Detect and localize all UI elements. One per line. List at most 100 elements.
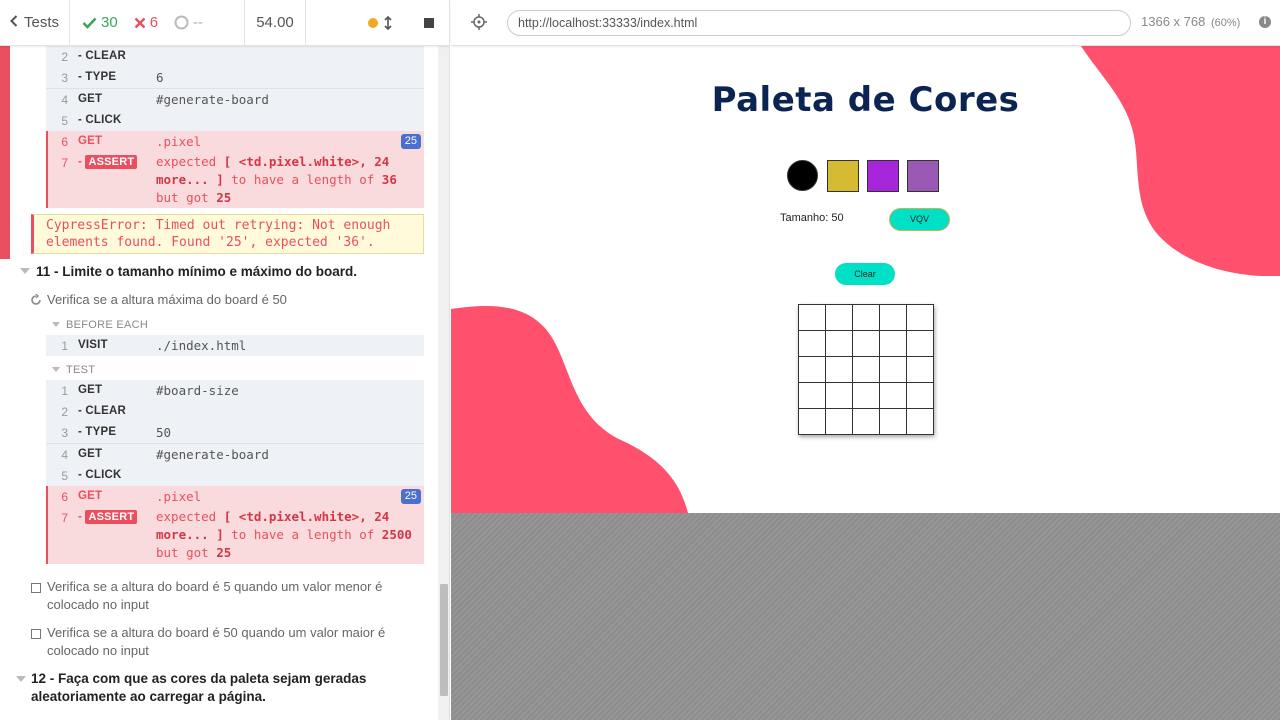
pixel[interactable] (906, 382, 934, 409)
command-row[interactable]: 3 - TYPE 50 (46, 422, 424, 443)
failed-count: 6 (134, 14, 158, 31)
command-row[interactable]: 2 - CLEAR (46, 401, 424, 422)
command-name: - CLEAR (78, 50, 127, 62)
before-each-label[interactable]: BEFORE EACH (66, 319, 148, 331)
command-name: - CLICK (78, 469, 122, 481)
pixel[interactable] (906, 408, 934, 435)
pixel[interactable] (798, 408, 826, 435)
command-row[interactable]: 5 - CLICK (46, 110, 424, 131)
clear-button[interactable]: Clear (835, 263, 895, 285)
command-row[interactable]: 6 GET .pixel 25 (48, 131, 426, 152)
pixel[interactable] (798, 330, 826, 357)
pixel[interactable] (852, 304, 880, 331)
pixel[interactable] (825, 330, 853, 357)
caret-down-icon[interactable] (16, 676, 26, 682)
command-row[interactable]: 3 - TYPE 6 (46, 67, 424, 88)
command-dash: - (78, 156, 83, 168)
command-name: GET (78, 448, 103, 460)
pixel[interactable] (879, 330, 907, 357)
pixel[interactable] (879, 382, 907, 409)
pixel[interactable] (879, 408, 907, 435)
command-number: 1 (61, 384, 68, 398)
but-got: but got (156, 190, 209, 205)
pixel[interactable] (852, 382, 880, 409)
suite-title-12[interactable]: 12 - Faça com que as cores da paleta sej… (31, 670, 401, 706)
arrows-vertical-icon (384, 15, 392, 30)
command-number: 7 (61, 156, 68, 170)
pixel[interactable] (825, 356, 853, 383)
board-row (798, 408, 934, 435)
caret-down-icon[interactable] (52, 322, 60, 327)
command-name: GET (78, 93, 103, 105)
board-row (798, 304, 934, 331)
viewport-scale: (60%) (1210, 17, 1241, 29)
command-row[interactable]: 1 VISIT ./index.html (46, 335, 424, 356)
pixel[interactable] (798, 356, 826, 383)
pixel[interactable] (879, 356, 907, 383)
pixel[interactable] (798, 382, 826, 409)
app-under-test: Paleta de Cores Tamanho: 50 VQV Clear (451, 46, 1280, 513)
command-row[interactable]: 5 - CLICK (46, 465, 424, 486)
running-test-title[interactable]: Verifica se a altura máxima do board é 5… (47, 291, 287, 309)
pixel[interactable] (906, 356, 934, 383)
board-row (798, 330, 934, 357)
url-bar[interactable]: http://localhost:33333/index.html (507, 10, 1131, 36)
aut-empty-area (451, 513, 1280, 720)
auto-scroll-toggle[interactable] (368, 15, 392, 30)
page-title: Paleta de Cores (711, 80, 1020, 120)
board-row (798, 356, 934, 383)
command-message: #generate-board (156, 92, 269, 107)
command-row[interactable]: 4 GET #generate-board (46, 89, 424, 110)
command-list: 2 - CLEAR 3 - TYPE 6 4 GET #generate-boa… (46, 46, 424, 131)
expect-value: 2500 (381, 527, 412, 542)
running-spinner-icon (31, 294, 41, 305)
command-name: VISIT (78, 339, 108, 351)
pixel[interactable] (879, 304, 907, 331)
tests-back-button[interactable]: Tests (0, 0, 70, 45)
palette-color[interactable] (787, 160, 818, 191)
command-name: - TYPE (78, 426, 117, 438)
command-name: GET (78, 135, 103, 147)
viewport-info: 1366 x 768 (60%) (1141, 14, 1240, 29)
pixel[interactable] (825, 408, 853, 435)
palette-color[interactable] (827, 160, 859, 192)
pending-test-title[interactable]: Verifica se a altura do board é 50 quand… (47, 624, 392, 660)
test-label[interactable]: TEST (66, 364, 95, 376)
duration: 54.00 (245, 0, 306, 45)
info-icon[interactable]: i (1259, 16, 1271, 28)
expect-value: 36 (381, 172, 397, 187)
error-message[interactable]: CypressError: Timed out retrying: Not en… (31, 214, 424, 254)
command-message: .pixel (156, 489, 202, 504)
aut-header: http://localhost:33333/index.html 1366 x… (451, 0, 1280, 46)
pixel[interactable] (825, 304, 853, 331)
command-row[interactable]: 6 GET .pixel 25 (48, 486, 426, 507)
pixel[interactable] (906, 330, 934, 357)
stop-icon[interactable] (424, 17, 434, 28)
command-row[interactable]: 4 GET #generate-board (46, 444, 424, 465)
caret-down-icon[interactable] (52, 367, 60, 372)
command-message: ./index.html (156, 338, 247, 353)
pending-test-title[interactable]: Verifica se a altura do board é 5 quando… (47, 578, 407, 614)
pixel[interactable] (825, 382, 853, 409)
pixel[interactable] (852, 330, 880, 357)
command-name: - ASSERT (78, 510, 138, 524)
vqv-button[interactable]: VQV (889, 208, 950, 231)
pending-circle-icon (174, 15, 189, 30)
board-row (798, 382, 934, 409)
palette-color[interactable] (907, 160, 939, 192)
pixel[interactable] (852, 356, 880, 383)
pixel[interactable] (906, 304, 934, 331)
pixel[interactable] (852, 408, 880, 435)
scrollbar-thumb[interactable] (440, 584, 448, 696)
suite-title-11[interactable]: 11 - Limite o tamanho mínimo e máximo do… (36, 263, 357, 281)
command-row[interactable]: 2 - CLEAR (46, 46, 424, 67)
command-number: 6 (61, 135, 68, 149)
element-count-badge: 25 (400, 489, 421, 504)
palette-color[interactable] (867, 160, 899, 192)
pixel[interactable] (798, 304, 826, 331)
selector-playground-icon[interactable] (471, 14, 487, 30)
scrollbar[interactable] (438, 46, 449, 720)
caret-down-icon[interactable] (20, 268, 30, 274)
command-row[interactable]: 1 GET #board-size (46, 380, 424, 401)
x-icon (134, 17, 146, 28)
